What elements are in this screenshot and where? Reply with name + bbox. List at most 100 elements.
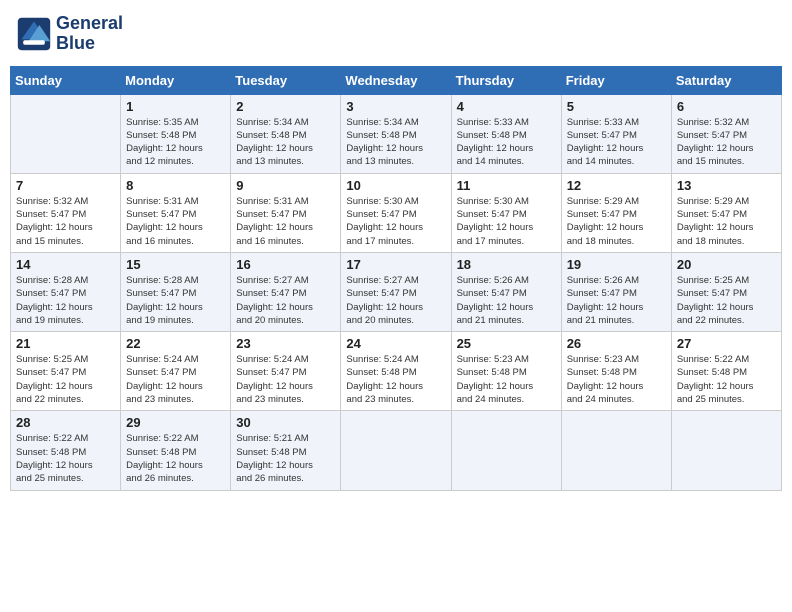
day-number: 12	[567, 178, 666, 193]
day-number: 2	[236, 99, 335, 114]
day-info: Sunrise: 5:31 AM Sunset: 5:47 PM Dayligh…	[126, 195, 225, 248]
day-cell: 8 Sunrise: 5:31 AM Sunset: 5:47 PM Daylig…	[121, 173, 231, 252]
day-info: Sunrise: 5:30 AM Sunset: 5:47 PM Dayligh…	[457, 195, 556, 248]
day-info: Sunrise: 5:35 AM Sunset: 5:48 PM Dayligh…	[126, 116, 225, 169]
day-cell: 13Sunrise: 5:29 AM Sunset: 5:47 PM Dayli…	[671, 173, 781, 252]
day-cell: 22 Sunrise: 5:24 AM Sunset: 5:47 PM Dayli…	[121, 332, 231, 411]
day-cell: 17 Sunrise: 5:27 AM Sunset: 5:47 PM Dayli…	[341, 252, 451, 331]
day-info: Sunrise: 5:32 AM Sunset: 5:47 PM Dayligh…	[16, 195, 115, 248]
day-number: 30	[236, 415, 335, 430]
day-number: 3	[346, 99, 445, 114]
day-info: Sunrise: 5:27 AM Sunset: 5:47 PM Dayligh…	[236, 274, 335, 327]
day-cell: 5Sunrise: 5:33 AM Sunset: 5:47 PM Daylig…	[561, 94, 671, 173]
logo: General Blue	[16, 14, 123, 54]
day-number: 18	[457, 257, 556, 272]
day-cell: 7 Sunrise: 5:32 AM Sunset: 5:47 PM Daylig…	[11, 173, 121, 252]
day-info: Sunrise: 5:30 AM Sunset: 5:47 PM Dayligh…	[346, 195, 445, 248]
day-cell: 6 Sunrise: 5:32 AM Sunset: 5:47 PM Daylig…	[671, 94, 781, 173]
day-cell	[561, 411, 671, 490]
week-row-1: 1 Sunrise: 5:35 AM Sunset: 5:48 PM Daylig…	[11, 94, 782, 173]
day-info: Sunrise: 5:24 AM Sunset: 5:47 PM Dayligh…	[236, 353, 335, 406]
day-number: 11	[457, 178, 556, 193]
day-number: 26	[567, 336, 666, 351]
day-info: Sunrise: 5:26 AM Sunset: 5:47 PM Dayligh…	[567, 274, 666, 327]
day-cell	[451, 411, 561, 490]
day-info: Sunrise: 5:24 AM Sunset: 5:47 PM Dayligh…	[126, 353, 225, 406]
day-number: 29	[126, 415, 225, 430]
day-info: Sunrise: 5:25 AM Sunset: 5:47 PM Dayligh…	[16, 353, 115, 406]
calendar-header-row: SundayMondayTuesdayWednesdayThursdayFrid…	[11, 66, 782, 94]
day-cell: 12 Sunrise: 5:29 AM Sunset: 5:47 PM Dayli…	[561, 173, 671, 252]
day-number: 14	[16, 257, 115, 272]
day-number: 7	[16, 178, 115, 193]
page-header: General Blue	[10, 10, 782, 58]
col-header-friday: Friday	[561, 66, 671, 94]
day-number: 16	[236, 257, 335, 272]
day-info: Sunrise: 5:29 AM Sunset: 5:47 PM Dayligh…	[567, 195, 666, 248]
day-info: Sunrise: 5:32 AM Sunset: 5:47 PM Dayligh…	[677, 116, 776, 169]
day-info: Sunrise: 5:34 AM Sunset: 5:48 PM Dayligh…	[236, 116, 335, 169]
col-header-tuesday: Tuesday	[231, 66, 341, 94]
week-row-2: 7 Sunrise: 5:32 AM Sunset: 5:47 PM Daylig…	[11, 173, 782, 252]
day-info: Sunrise: 5:33 AM Sunset: 5:47 PM Dayligh…	[567, 116, 666, 169]
day-cell: 2 Sunrise: 5:34 AM Sunset: 5:48 PM Daylig…	[231, 94, 341, 173]
day-cell: 15 Sunrise: 5:28 AM Sunset: 5:47 PM Dayli…	[121, 252, 231, 331]
day-info: Sunrise: 5:31 AM Sunset: 5:47 PM Dayligh…	[236, 195, 335, 248]
day-number: 22	[126, 336, 225, 351]
col-header-sunday: Sunday	[11, 66, 121, 94]
col-header-saturday: Saturday	[671, 66, 781, 94]
day-number: 1	[126, 99, 225, 114]
day-cell	[341, 411, 451, 490]
day-number: 25	[457, 336, 556, 351]
day-cell: 28Sunrise: 5:22 AM Sunset: 5:48 PM Dayli…	[11, 411, 121, 490]
day-number: 10	[346, 178, 445, 193]
day-number: 21	[16, 336, 115, 351]
logo-icon	[16, 16, 52, 52]
day-info: Sunrise: 5:29 AM Sunset: 5:47 PM Dayligh…	[677, 195, 776, 248]
day-number: 8	[126, 178, 225, 193]
calendar-table: SundayMondayTuesdayWednesdayThursdayFrid…	[10, 66, 782, 491]
day-cell	[671, 411, 781, 490]
day-info: Sunrise: 5:28 AM Sunset: 5:47 PM Dayligh…	[126, 274, 225, 327]
day-info: Sunrise: 5:25 AM Sunset: 5:47 PM Dayligh…	[677, 274, 776, 327]
day-info: Sunrise: 5:33 AM Sunset: 5:48 PM Dayligh…	[457, 116, 556, 169]
day-number: 28	[16, 415, 115, 430]
day-info: Sunrise: 5:26 AM Sunset: 5:47 PM Dayligh…	[457, 274, 556, 327]
day-cell: 27 Sunrise: 5:22 AM Sunset: 5:48 PM Dayli…	[671, 332, 781, 411]
logo-name: General Blue	[56, 14, 123, 54]
day-number: 17	[346, 257, 445, 272]
day-cell: 20 Sunrise: 5:25 AM Sunset: 5:47 PM Dayli…	[671, 252, 781, 331]
day-cell: 19Sunrise: 5:26 AM Sunset: 5:47 PM Dayli…	[561, 252, 671, 331]
day-info: Sunrise: 5:27 AM Sunset: 5:47 PM Dayligh…	[346, 274, 445, 327]
day-number: 24	[346, 336, 445, 351]
day-cell: 3 Sunrise: 5:34 AM Sunset: 5:48 PM Daylig…	[341, 94, 451, 173]
day-info: Sunrise: 5:22 AM Sunset: 5:48 PM Dayligh…	[126, 432, 225, 485]
day-number: 9	[236, 178, 335, 193]
week-row-5: 28 Sunrise: 5:22 AM Sunset: 5:48 PM Dayli…	[11, 411, 782, 490]
col-header-wednesday: Wednesday	[341, 66, 451, 94]
week-row-4: 21 Sunrise: 5:25 AM Sunset: 5:47 PM Dayli…	[11, 332, 782, 411]
day-cell: 14 Sunrise: 5:28 AM Sunset: 5:47 PM Dayli…	[11, 252, 121, 331]
day-cell: 25Sunrise: 5:23 AM Sunset: 5:48 PM Dayli…	[451, 332, 561, 411]
day-cell: 16 Sunrise: 5:27 AM Sunset: 5:47 PM Dayli…	[231, 252, 341, 331]
day-cell: 1 Sunrise: 5:35 AM Sunset: 5:48 PM Daylig…	[121, 94, 231, 173]
day-cell: 30 Sunrise: 5:21 AM Sunset: 5:48 PM Dayli…	[231, 411, 341, 490]
day-number: 20	[677, 257, 776, 272]
day-info: Sunrise: 5:22 AM Sunset: 5:48 PM Dayligh…	[677, 353, 776, 406]
day-cell: 18 Sunrise: 5:26 AM Sunset: 5:47 PM Dayli…	[451, 252, 561, 331]
day-cell: 11 Sunrise: 5:30 AM Sunset: 5:47 PM Dayli…	[451, 173, 561, 252]
col-header-monday: Monday	[121, 66, 231, 94]
day-cell: 4Sunrise: 5:33 AM Sunset: 5:48 PM Daylig…	[451, 94, 561, 173]
week-row-3: 14 Sunrise: 5:28 AM Sunset: 5:47 PM Dayli…	[11, 252, 782, 331]
day-info: Sunrise: 5:23 AM Sunset: 5:48 PM Dayligh…	[567, 353, 666, 406]
day-number: 6	[677, 99, 776, 114]
day-info: Sunrise: 5:21 AM Sunset: 5:48 PM Dayligh…	[236, 432, 335, 485]
day-cell: 23Sunrise: 5:24 AM Sunset: 5:47 PM Dayli…	[231, 332, 341, 411]
day-cell: 9 Sunrise: 5:31 AM Sunset: 5:47 PM Daylig…	[231, 173, 341, 252]
day-cell: 29 Sunrise: 5:22 AM Sunset: 5:48 PM Dayli…	[121, 411, 231, 490]
day-cell: 10 Sunrise: 5:30 AM Sunset: 5:47 PM Dayli…	[341, 173, 451, 252]
day-number: 27	[677, 336, 776, 351]
day-info: Sunrise: 5:34 AM Sunset: 5:48 PM Dayligh…	[346, 116, 445, 169]
day-number: 15	[126, 257, 225, 272]
day-info: Sunrise: 5:28 AM Sunset: 5:47 PM Dayligh…	[16, 274, 115, 327]
